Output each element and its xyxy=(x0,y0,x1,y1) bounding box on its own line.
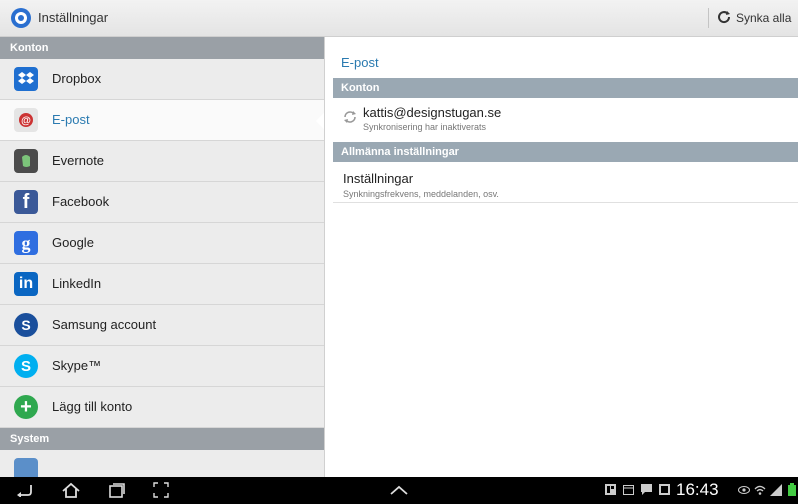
account-item-samsung[interactable]: S Samsung account xyxy=(0,305,324,346)
linkedin-icon: in xyxy=(14,272,38,296)
notification-icons xyxy=(604,483,670,496)
selection-pointer xyxy=(316,112,324,130)
settings-app-icon[interactable] xyxy=(10,7,32,29)
account-item-label: Google xyxy=(52,235,94,250)
account-item-email[interactable]: @ E-post xyxy=(0,100,324,141)
account-item-label: E-post xyxy=(52,112,90,127)
sync-all-button[interactable]: Synka alla xyxy=(716,8,791,28)
flipboard-notification-icon xyxy=(604,483,616,496)
back-icon[interactable] xyxy=(14,481,36,499)
wifi-icon xyxy=(754,483,766,496)
add-account-icon: + xyxy=(14,395,38,419)
account-item-label: Facebook xyxy=(52,194,110,209)
signal-icon xyxy=(770,483,782,496)
screen-notification-icon xyxy=(658,483,670,496)
settings-title: Inställningar xyxy=(343,171,414,186)
status-clock: 16:43 xyxy=(676,480,719,499)
account-item-google[interactable]: g Google xyxy=(0,223,324,264)
action-bar: Inställningar Synka alla xyxy=(0,0,798,37)
account-item-evernote[interactable]: Evernote xyxy=(0,141,324,182)
status-tray-icons xyxy=(738,483,798,496)
account-item-facebook[interactable]: f Facebook xyxy=(0,182,324,223)
sync-status-icon xyxy=(343,110,357,124)
account-item-skype[interactable]: S Skype™ xyxy=(0,346,324,387)
account-item-label: Lägg till konto xyxy=(52,399,133,414)
screenshot-icon[interactable] xyxy=(150,481,172,499)
settings-description: Synkningsfrekvens, meddelanden, osv. xyxy=(343,189,499,199)
recent-apps-icon[interactable] xyxy=(106,481,128,499)
page-title: Inställningar xyxy=(38,10,109,25)
evernote-icon xyxy=(14,149,38,173)
skype-icon: S xyxy=(14,354,38,378)
email-settings-row[interactable]: Inställningar Synkningsfrekvens, meddela… xyxy=(333,162,798,203)
google-icon: g xyxy=(14,231,38,255)
email-account-row[interactable]: kattis@designstugan.se Synkronisering ha… xyxy=(333,98,798,136)
account-email: kattis@designstugan.se xyxy=(363,105,502,120)
smart-stay-eye-icon xyxy=(738,483,750,496)
action-bar-divider xyxy=(708,8,709,28)
system-item-partial[interactable] xyxy=(0,450,324,477)
svg-text:@: @ xyxy=(21,116,31,127)
facebook-icon: f xyxy=(14,190,38,214)
home-icon[interactable] xyxy=(60,481,82,499)
system-navigation-bar: 16:43 xyxy=(0,477,798,504)
account-item-dropbox[interactable]: Dropbox xyxy=(0,59,324,100)
section-header-accounts-detail: Konton xyxy=(333,78,798,98)
account-item-label: Samsung account xyxy=(52,317,157,332)
account-item-label: Evernote xyxy=(52,153,105,168)
email-icon: @ xyxy=(14,108,38,132)
sync-all-label: Synka alla xyxy=(736,11,792,25)
samsung-account-icon: S xyxy=(14,313,38,337)
account-item-label: Skype™ xyxy=(52,358,102,373)
account-sync-status: Synkronisering har inaktiverats xyxy=(363,122,487,132)
account-item-label: LinkedIn xyxy=(52,276,102,291)
account-item-linkedin[interactable]: in LinkedIn xyxy=(0,264,324,305)
system-item-icon xyxy=(14,458,38,477)
section-header-general: Allmänna inställningar xyxy=(333,142,798,162)
dropbox-icon xyxy=(14,67,38,91)
section-header-system: System xyxy=(0,428,324,450)
app-tray-chevron-up-icon[interactable] xyxy=(388,481,410,499)
calendar-notification-icon xyxy=(622,483,634,496)
add-account-button[interactable]: + Lägg till konto xyxy=(0,387,324,428)
section-header-accounts: Konton xyxy=(0,37,324,59)
battery-icon xyxy=(786,483,798,496)
detail-title: E-post xyxy=(341,55,379,70)
message-notification-icon xyxy=(640,483,652,496)
accounts-list-panel: Konton Dropbox @ E-post Evernote f Faceb… xyxy=(0,37,325,477)
email-detail-panel: E-post Konton kattis@designstugan.se Syn… xyxy=(325,37,798,477)
account-item-label: Dropbox xyxy=(52,71,102,86)
sync-icon xyxy=(716,9,732,28)
